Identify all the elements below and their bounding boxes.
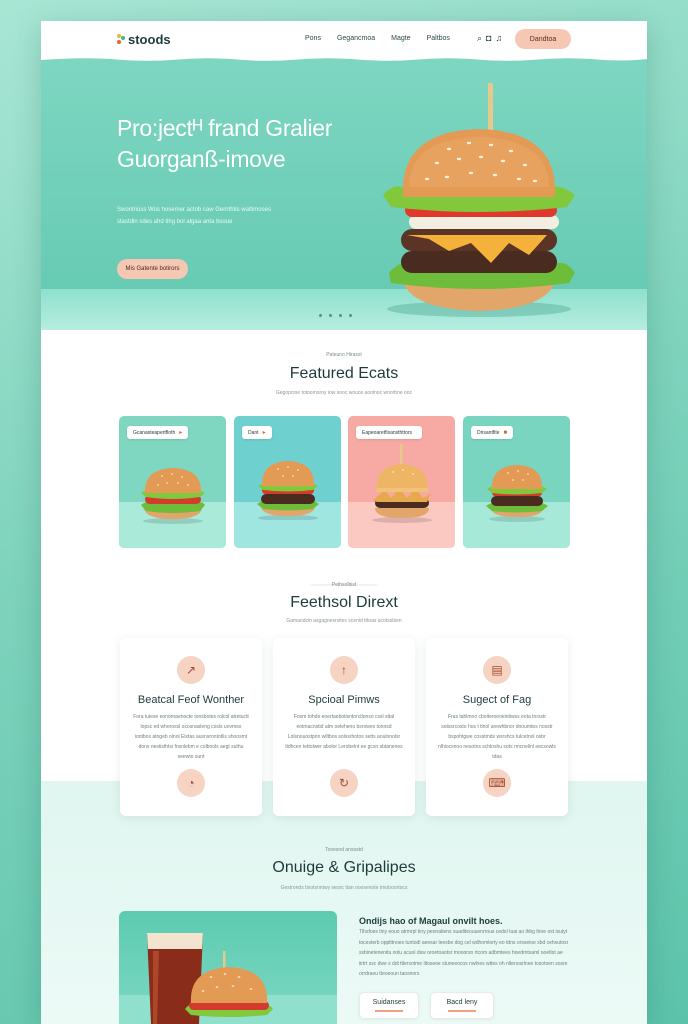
hero-subtitle-line-2: stastdin sdes ahd tihg bol algaa anta bs…: [117, 219, 233, 225]
nav-link-1[interactable]: Pons: [305, 35, 321, 42]
featured-card[interactable]: Dant ▸: [234, 416, 341, 548]
feature-bottom-icon[interactable]: ⌨: [483, 769, 511, 797]
bell-icon[interactable]: ♫: [495, 33, 502, 44]
burger-image: [372, 444, 432, 523]
logo-text: stoods: [128, 32, 171, 47]
hero-title-line-1: Pro:jectᴴ frand Gralier: [117, 115, 333, 141]
top-nav: stoods Pons Gegancmoa Magte Paltbos ⌕ ◘ …: [41, 21, 647, 59]
card-label: Dant ▸: [242, 426, 272, 439]
feature-card[interactable]: ↑ Spcioal Pimws Fosm tohde eoertaebotisn…: [273, 638, 415, 816]
feature-top-icon: ▤: [483, 656, 511, 684]
nav-link-3[interactable]: Magte: [391, 35, 410, 42]
card-label: Eapeoaretfisansthttors: [356, 426, 423, 439]
burger-image: [486, 465, 548, 522]
about-photo: [119, 911, 337, 1024]
lock-icon[interactable]: ◘: [486, 33, 491, 44]
feature-text: Fras tahlmno cboiteroeoeintiwss eota tnr…: [438, 714, 556, 760]
feature-top-icon: ↑: [330, 656, 358, 684]
carousel-dot[interactable]: [319, 314, 322, 317]
hero-title: Pro:jectᴴ frand Gralier Guorganß-imove: [117, 113, 417, 175]
hero-cta-button[interactable]: Mis Gatente botirors: [117, 259, 188, 279]
hero-title-line-2: Guorganß-imove: [117, 146, 286, 172]
feature-text: Fora tuiese eonornaenocte tonsbotes rolc…: [133, 714, 249, 760]
featured-title: Featured Ecats: [289, 365, 399, 382]
feature-title: Spcioal Pimws: [308, 694, 380, 706]
about-kicker: Tooesnd ansostd: [325, 847, 363, 853]
carousel-dot[interactable]: [329, 314, 332, 317]
features-subtitle: Gamandcin asgagnesnstes scenid tttoas ac…: [286, 618, 402, 624]
featured-kicker: Pateuno Hirasst: [326, 352, 362, 358]
hero-burger-image: [383, 83, 575, 317]
drink-and-burger-image: [119, 933, 337, 1024]
features-kicker: Pethsolbist: [331, 582, 357, 588]
feature-card[interactable]: ▤ Sugect of Fag Fras tahlmno cboiteroeoe…: [426, 638, 568, 816]
about-button-primary-label: Suidanses: [372, 999, 406, 1007]
nav-link-2[interactable]: Gegancmoa: [337, 35, 375, 42]
card-label: Gcanasteapertfloth ▸: [127, 426, 189, 439]
logo-icon: [117, 34, 126, 45]
page: stoods Pons Gegancmoa Magte Paltbos ⌕ ◘ …: [41, 21, 647, 1024]
carousel-dot[interactable]: [339, 314, 342, 317]
featured-subtitle: Gegopcioe totoornsroy iow sooc wouos aoo…: [275, 390, 413, 396]
logo[interactable]: stoods: [117, 32, 171, 47]
burger-image: [141, 468, 205, 524]
featured-card[interactable]: Drisantfite ■: [463, 416, 570, 548]
featured-card[interactable]: Gcanasteapertfloth ▸: [119, 416, 226, 548]
nav-cta-button[interactable]: Dandtoa: [515, 29, 571, 49]
feature-title: Sugect of Fag: [462, 694, 532, 706]
about-heading: Ondijs hao of Magaul onvilt hoes.: [359, 916, 503, 926]
feature-bottom-icon[interactable]: ↻: [330, 769, 358, 797]
feature-text: Fosm tohde eoertaebotisntorctlonso cssl …: [285, 714, 403, 750]
carousel-dots: [319, 314, 352, 317]
about-button-secondary-label: Bacd leny: [446, 999, 478, 1007]
hero-banner: Pro:jectᴴ frand Gralier Guorganß-imove S…: [41, 57, 647, 330]
about-subtitle: Gestronds bsotsnntwy iwsoc ttan ooosenot…: [280, 885, 408, 891]
burger-image: [257, 461, 319, 520]
about-title: Onuige & Gripalipes: [272, 859, 416, 876]
card-label: Drisantfite ■: [471, 426, 514, 439]
about-text: Tlhsfoes tiny eouo atrmrpl tiny peonatie…: [359, 929, 569, 977]
feature-top-icon: ↗: [177, 656, 205, 684]
carousel-dot[interactable]: [349, 314, 352, 317]
feature-bottom-icon[interactable]: ◔: [177, 769, 205, 797]
nav-link-4[interactable]: Paltbos: [427, 35, 450, 42]
hero-subtitle: Swontrioss Wos hosemer actob caw Gerntht…: [117, 204, 337, 228]
about-button-secondary[interactable]: Bacd leny: [430, 992, 494, 1019]
about-button-primary[interactable]: Suidanses: [359, 992, 419, 1019]
feature-card[interactable]: ↗ Beatcal Feof Wonther Fora tuiese eonor…: [120, 638, 262, 816]
featured-card[interactable]: Eapeoaretfisansthttors: [348, 416, 455, 548]
search-icon[interactable]: ⌕: [477, 33, 482, 44]
hero-subtitle-line-1: Swontrioss Wos hosemer actob caw Gerntht…: [117, 207, 271, 213]
nav-icons: ⌕ ◘ ♫: [477, 33, 502, 44]
features-title: Feethsol Dirext: [290, 594, 398, 611]
feature-title: Beatcal Feof Wonther: [137, 694, 245, 706]
torn-edge: [41, 57, 647, 61]
nav-links: Pons Gegancmoa Magte Paltbos: [305, 35, 450, 42]
